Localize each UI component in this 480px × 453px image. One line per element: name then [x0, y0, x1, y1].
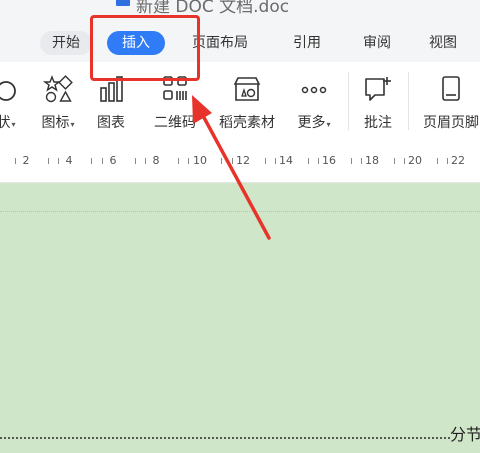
ruler-tick	[318, 158, 319, 164]
ruler-tick	[394, 158, 395, 164]
title-bar: 新建 DOC 文档.doc	[0, 0, 480, 22]
ruler-tick	[15, 158, 16, 164]
ruler-tick	[351, 158, 352, 164]
icons-label: 图标	[41, 115, 70, 131]
shapes-label: 状	[0, 115, 11, 131]
insert-toolbar: 状▾ 图标▾ 图表 二维码 稻壳素材 更多▾ 批注 页眉页脚	[0, 62, 480, 148]
ruler-tick-label: 2	[22, 154, 30, 167]
comment-label: 批注	[364, 115, 392, 131]
chevron-down-icon: ▾	[70, 120, 75, 129]
more-button[interactable]: 更多▾	[288, 70, 340, 140]
header-footer-label: 页眉页脚	[423, 115, 479, 131]
doc-file-icon	[116, 0, 130, 6]
ruler-tick-label: 20	[408, 154, 422, 167]
ruler-tick	[48, 158, 49, 164]
chart-label: 图表	[97, 115, 125, 131]
ruler-tick	[308, 158, 309, 164]
section-break-line	[0, 437, 450, 440]
ruler-tick-label: 22	[451, 154, 465, 167]
ruler-tick	[135, 158, 136, 164]
comment-add-icon	[365, 77, 391, 101]
chevron-down-icon: ▾	[326, 120, 331, 129]
ruler-tick	[188, 158, 189, 164]
ruler-tick	[58, 158, 59, 164]
docer-material-button[interactable]: 稻壳素材	[212, 70, 282, 140]
ruler-tick-label: 10	[193, 154, 207, 167]
horizontal-ruler: 2 4 6 8 10 12 14 16 18 20 22	[0, 148, 480, 183]
ribbon-tabs: 开始 插入 页面布局 引用 审阅 视图	[0, 22, 480, 62]
more-dots-icon	[301, 86, 327, 94]
document-page[interactable]: 分节	[0, 183, 480, 453]
ruler-tick	[232, 158, 233, 164]
ruler-tick-label: 18	[365, 154, 379, 167]
tab-review[interactable]: 审阅	[352, 31, 402, 55]
ruler-tick	[221, 158, 222, 164]
ruler-tick	[361, 158, 362, 164]
comment-button[interactable]: 批注	[354, 70, 402, 140]
ruler-tick	[265, 158, 266, 164]
ruler-tick-label: 8	[152, 154, 160, 167]
ruler-tick-label: 14	[279, 154, 293, 167]
toolbar-divider	[348, 72, 349, 130]
qrcode-label: 二维码	[154, 115, 196, 131]
ruler-tick	[145, 158, 146, 164]
shape-icon	[0, 81, 16, 101]
ruler-tick	[437, 158, 438, 164]
tab-start[interactable]: 开始	[40, 31, 92, 55]
ruler-tick	[178, 158, 179, 164]
section-break-label: 分节	[450, 425, 480, 444]
icons-gallery-icon	[43, 75, 73, 103]
ruler-tick-label: 6	[109, 154, 117, 167]
ruler-tick	[447, 158, 448, 164]
page-margin-guide	[0, 211, 480, 213]
toolbar-divider	[408, 72, 409, 130]
ruler-tick	[275, 158, 276, 164]
material-store-icon	[233, 77, 261, 101]
shapes-button[interactable]: 状▾	[0, 70, 26, 140]
wps-writer-window: 新建 DOC 文档.doc 开始 插入 页面布局 引用 审阅 视图 状▾ 图标▾	[0, 0, 480, 453]
tab-view[interactable]: 视图	[418, 31, 468, 55]
tab-references[interactable]: 引用	[282, 31, 332, 55]
annotation-highlight-box	[90, 15, 200, 81]
chevron-down-icon: ▾	[11, 120, 16, 129]
ruler-tick-label: 12	[236, 154, 250, 167]
ruler-tick	[102, 158, 103, 164]
icons-button[interactable]: 图标▾	[32, 70, 84, 140]
ruler-tick-label: 16	[322, 154, 336, 167]
more-label: 更多	[297, 115, 326, 131]
ruler-tick	[404, 158, 405, 164]
ruler-tick-label: 4	[65, 154, 73, 167]
material-label: 稻壳素材	[219, 115, 275, 131]
header-footer-button[interactable]: 页眉页脚	[416, 70, 480, 140]
header-footer-icon	[442, 76, 460, 101]
ruler-tick	[91, 158, 92, 164]
